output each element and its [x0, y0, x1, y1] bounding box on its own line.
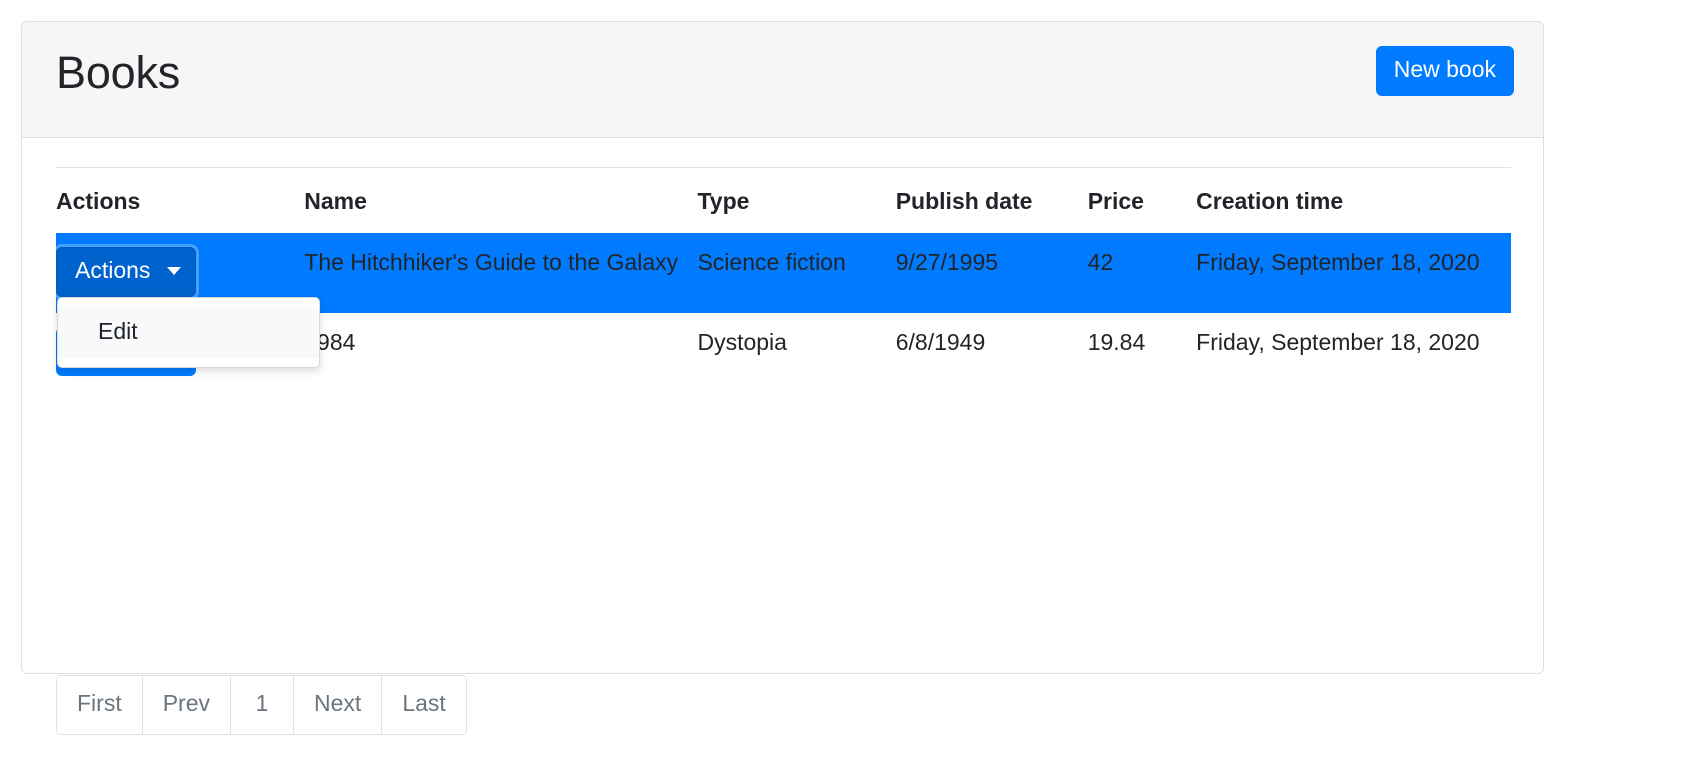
pagination-last[interactable]: Last: [382, 676, 465, 734]
pagination-next[interactable]: Next: [294, 676, 382, 734]
row-actions-cell: Actions Edit: [56, 233, 304, 313]
cell-name: 1984: [304, 313, 697, 393]
page-title: Books: [56, 48, 180, 98]
card-header: Books New book: [22, 22, 1543, 138]
cell-creation-time: Friday, September 18, 2020: [1196, 313, 1511, 393]
pagination-page-1[interactable]: 1: [231, 676, 294, 734]
actions-dropdown-menu: Edit: [57, 297, 320, 368]
cell-creation-time: Friday, September 18, 2020: [1196, 233, 1511, 313]
cell-price: 19.84: [1088, 313, 1196, 393]
dropdown-item-edit[interactable]: Edit: [58, 307, 319, 358]
cell-publish-date: 9/27/1995: [896, 233, 1088, 313]
pagination: First Prev 1 Next Last: [56, 675, 467, 735]
new-book-button[interactable]: New book: [1376, 46, 1514, 96]
column-header-actions: Actions: [56, 168, 304, 234]
column-header-publish-date: Publish date: [896, 168, 1088, 234]
table-header-row: Actions Name Type Publish date Price Cre…: [56, 168, 1511, 234]
pagination-first[interactable]: First: [57, 676, 143, 734]
cell-name: The Hitchhiker's Guide to the Galaxy: [304, 233, 697, 313]
cell-price: 42: [1088, 233, 1196, 313]
cell-publish-date: 6/8/1949: [896, 313, 1088, 393]
table-head: Actions Name Type Publish date Price Cre…: [56, 168, 1511, 234]
books-table-wrapper: Actions Name Type Publish date Price Cre…: [56, 167, 1511, 392]
chevron-down-icon: [167, 267, 181, 275]
cell-type: Dystopia: [697, 313, 895, 393]
column-header-type: Type: [697, 168, 895, 234]
column-header-price: Price: [1088, 168, 1196, 234]
pagination-prev[interactable]: Prev: [143, 676, 231, 734]
books-card: Books New book Actions Name Type Publish…: [21, 21, 1544, 674]
column-header-creation-time: Creation time: [1196, 168, 1511, 234]
table-row[interactable]: Actions Edit The Hitchhiker's Guide to t…: [56, 233, 1511, 313]
table-body: Actions Edit The Hitchhiker's Guide to t…: [56, 233, 1511, 392]
actions-dropdown-button[interactable]: Actions: [56, 247, 196, 297]
books-table: Actions Name Type Publish date Price Cre…: [56, 167, 1511, 392]
cell-type: Science fiction: [697, 233, 895, 313]
actions-button-label: Actions: [75, 257, 150, 283]
column-header-name: Name: [304, 168, 697, 234]
